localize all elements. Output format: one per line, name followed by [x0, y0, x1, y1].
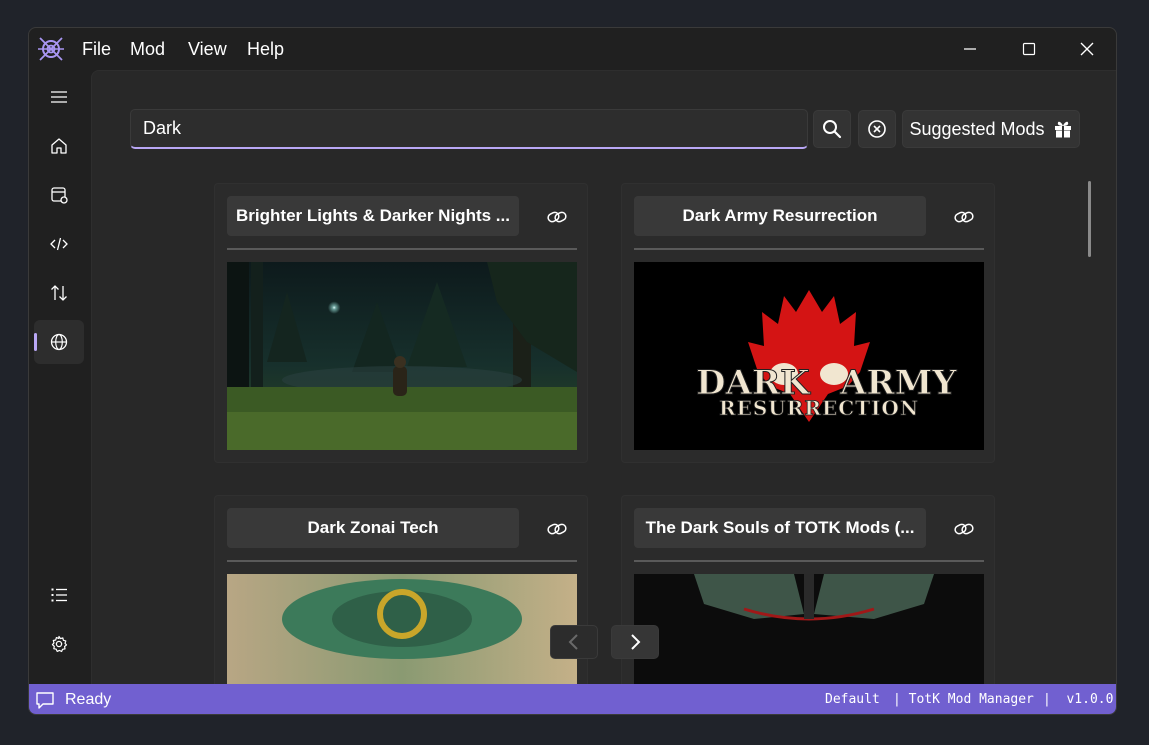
nav-developer[interactable]	[34, 222, 84, 266]
menu-file[interactable]: File	[82, 38, 111, 60]
mod-thumbnail-image[interactable]	[227, 262, 577, 450]
maximize-button[interactable]	[1006, 34, 1052, 64]
menu-help[interactable]: Help	[247, 38, 284, 60]
chevron-left-icon	[568, 634, 578, 650]
search-input[interactable]	[131, 110, 807, 147]
link-icon	[954, 523, 974, 535]
previous-page-button[interactable]	[550, 625, 598, 659]
nav-settings[interactable]	[34, 622, 84, 666]
mod-link-button[interactable]	[539, 204, 575, 230]
search-icon	[823, 120, 842, 139]
window-gear-icon	[51, 187, 68, 204]
app-logo-icon	[38, 37, 64, 61]
nav-log[interactable]	[34, 573, 84, 617]
mod-thumbnail-image[interactable]: DARK ARMY RESURRECTION	[634, 262, 984, 450]
card-separator	[634, 248, 984, 250]
status-app-name: | TotK Mod Manager	[893, 692, 1034, 707]
suggested-mods-label: Suggested Mods	[909, 118, 1045, 139]
mod-title-button[interactable]: Brighter Lights & Darker Nights ...	[227, 196, 519, 236]
mod-card: Dark Zonai Tech	[214, 495, 588, 714]
card-separator	[227, 248, 577, 250]
maximize-icon	[1022, 42, 1036, 56]
clear-search-button[interactable]	[858, 110, 896, 148]
status-bar: Ready Default | TotK Mod Manager | v1.0.…	[29, 684, 1116, 714]
chevron-right-icon	[631, 634, 641, 650]
mod-title-button[interactable]: Dark Army Resurrection	[634, 196, 926, 236]
link-icon	[547, 523, 567, 535]
browse-online-page: Suggested Mods Brighter Lights & Darker …	[91, 70, 1116, 714]
message-icon	[36, 692, 54, 709]
search-field[interactable]	[130, 109, 808, 149]
list-icon	[51, 588, 67, 602]
banner-word-resurrection: RESURRECTION	[719, 396, 919, 420]
mod-link-button[interactable]	[946, 204, 982, 230]
code-icon	[50, 237, 68, 251]
close-icon	[1080, 42, 1094, 56]
mod-link-button[interactable]	[946, 516, 982, 542]
mod-title-button[interactable]: The Dark Souls of TOTK Mods (...	[634, 508, 926, 548]
card-separator	[227, 560, 577, 562]
gift-icon	[1054, 121, 1071, 138]
status-text: Ready	[65, 691, 112, 708]
mod-title-button[interactable]: Dark Zonai Tech	[227, 508, 519, 548]
nav-browse-online[interactable]	[34, 320, 84, 364]
menu-mod[interactable]: Mod	[130, 38, 165, 60]
minimize-button[interactable]	[947, 34, 993, 64]
link-icon	[547, 211, 567, 223]
home-icon	[51, 138, 67, 154]
next-page-button[interactable]	[611, 625, 659, 659]
hamburger-menu-button[interactable]	[34, 75, 84, 119]
minimize-icon	[964, 48, 976, 50]
hamburger-icon	[51, 91, 67, 103]
menu-view[interactable]: View	[188, 38, 227, 60]
card-separator	[634, 560, 984, 562]
arrows-up-down-icon	[51, 285, 67, 301]
nav-home[interactable]	[34, 124, 84, 168]
sidebar	[29, 70, 91, 684]
mod-link-button[interactable]	[539, 516, 575, 542]
link-icon	[954, 211, 974, 223]
status-profile: Default	[825, 692, 880, 707]
title-bar: File Mod View Help	[29, 28, 1116, 70]
close-button[interactable]	[1064, 34, 1110, 64]
nav-merge[interactable]	[34, 271, 84, 315]
gear-icon	[51, 635, 68, 653]
app-window: File Mod View Help Dark Suggested Mods B…	[28, 27, 1117, 715]
mod-card: Dark Army Resurrection DARK ARMY RESURRE…	[621, 183, 995, 463]
globe-icon	[50, 333, 68, 351]
suggested-mods-button[interactable]: Suggested Mods	[902, 110, 1080, 148]
clear-circle-icon	[868, 120, 886, 138]
search-button[interactable]	[813, 110, 851, 148]
status-version: | v1.0.0	[1043, 692, 1114, 707]
scrollbar-thumb[interactable]	[1088, 181, 1091, 257]
mod-card: Brighter Lights & Darker Nights ...	[214, 183, 588, 463]
mod-card: The Dark Souls of TOTK Mods (...	[621, 495, 995, 714]
nav-mod-install[interactable]	[34, 173, 84, 217]
